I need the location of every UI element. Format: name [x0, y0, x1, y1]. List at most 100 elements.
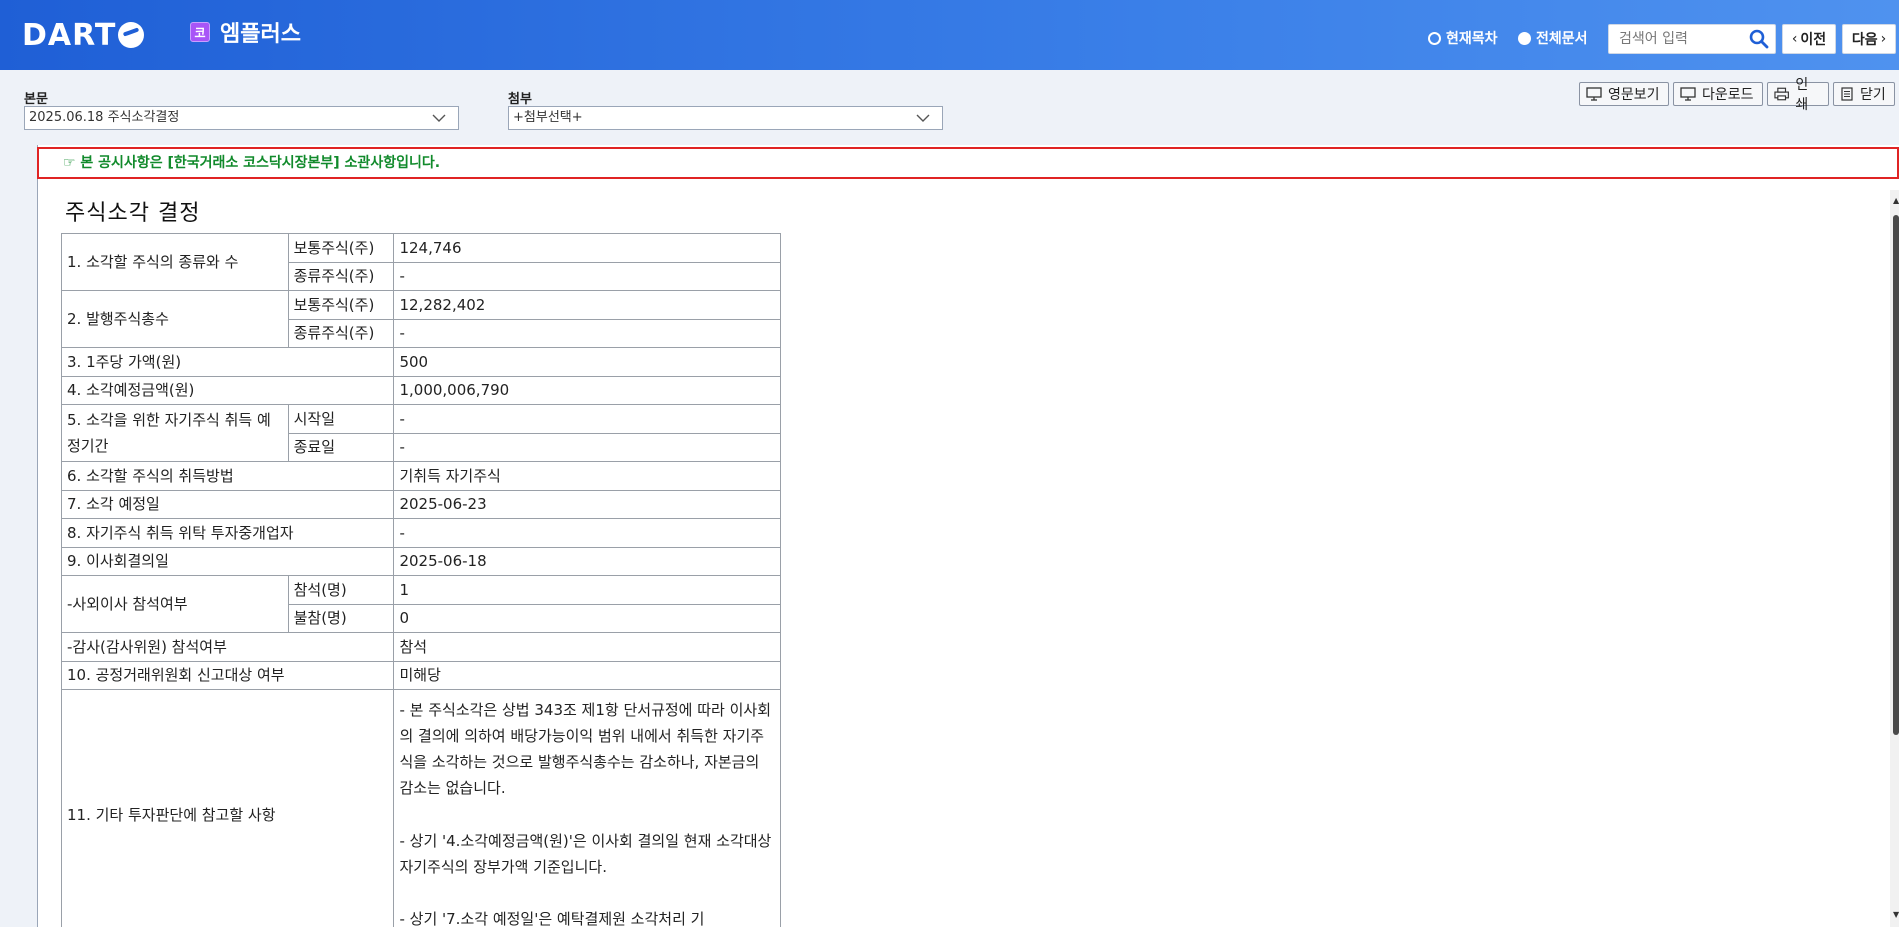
chevron-left-icon: ‹	[1791, 31, 1798, 47]
next-button[interactable]: 다음 ›	[1842, 24, 1896, 54]
jurisdiction-notice: ☞ 본 공시사항은 [한국거래소 코스닥시장본부] 소관사항입니다.	[37, 147, 1899, 179]
monitor-icon	[1680, 87, 1696, 101]
radio-icon[interactable]	[1428, 31, 1441, 45]
table-row: 11. 기타 투자판단에 참고할 사항 - 본 주식소각은 상법 343조 제1…	[60, 689, 781, 927]
cell-value: 0	[393, 603, 781, 633]
cell-value: 2025-06-18	[393, 546, 781, 576]
note-paragraph: - 상기 '7.소각 예정일'은 예탁결제원 소각처리 기	[399, 910, 705, 927]
close-button[interactable]: 닫기	[1833, 82, 1895, 106]
cell-value: 참석	[393, 632, 781, 662]
sub-label: 참석(명)	[287, 575, 395, 605]
dart-logo[interactable]: DART	[22, 17, 145, 53]
table-row: 3. 1주당 가액(원) 500	[60, 347, 781, 377]
disclosure-table: 1. 소각할 주식의 종류와 수 보통주식(주) 124,746 종류주식(주)…	[60, 233, 781, 927]
row-label: 11. 기타 투자판단에 참고할 사항	[60, 689, 395, 927]
market-badge: 코	[190, 22, 210, 42]
download-button[interactable]: 다운로드	[1673, 82, 1763, 106]
sub-label: 종류주식(주)	[287, 318, 395, 348]
table-row: 10. 공정거래위원회 신고대상 여부 미해당	[60, 660, 781, 690]
company-name: 엠플러스	[220, 22, 301, 47]
search-icon[interactable]	[1749, 29, 1769, 49]
prev-label: 이전	[1800, 32, 1827, 48]
row-label: -감사(감사위원) 참석여부	[60, 632, 395, 662]
attach-select[interactable]: +첨부선택+	[508, 106, 943, 130]
note-paragraph: - 상기 '4.소각예정금액(원)'은 이사회 결의일 현재 소각대상 자기주식…	[399, 831, 772, 876]
cell-value: 기취득 자기주식	[393, 461, 781, 491]
row-label: -사외이사 참석여부	[61, 575, 289, 633]
row-label: 6. 소각할 주식의 취득방법	[60, 461, 395, 491]
radio-current-toc[interactable]: 현재목차	[1428, 28, 1498, 48]
radio-all-docs[interactable]: 전체문서	[1518, 28, 1588, 48]
row-label: 2. 발행주식총수	[61, 290, 289, 348]
table-row: 8. 자기주식 취득 위탁 투자중개업자 -	[60, 518, 781, 548]
english-view-button[interactable]: 영문보기	[1579, 82, 1669, 106]
notes-cell: - 본 주식소각은 상법 343조 제1항 단서규정에 따라 이사회의 결의에 …	[393, 689, 781, 927]
english-view-label: 영문보기	[1608, 87, 1660, 103]
document-icon	[1841, 87, 1853, 101]
scroll-up-icon[interactable]: ▲	[1893, 196, 1899, 205]
table-row: 6. 소각할 주식의 취득방법 기취득 자기주식	[60, 461, 781, 491]
row-label: 4. 소각예정금액(원)	[60, 375, 395, 405]
main-select-value: 2025.06.18 주식소각결정	[29, 110, 180, 125]
cell-value: 124,746	[393, 233, 781, 263]
download-label: 다운로드	[1702, 87, 1754, 103]
table-row: -감사(감사위원) 참석여부 참석	[60, 632, 781, 662]
radio-all-label: 전체문서	[1536, 31, 1588, 47]
attach-select-label: 첨부	[508, 92, 532, 107]
sub-label: 보통주식(주)	[287, 290, 395, 320]
next-label: 다음	[1851, 32, 1878, 48]
row-label: 10. 공정거래위원회 신고대상 여부	[60, 660, 395, 690]
table-row: 1. 소각할 주식의 종류와 수 보통주식(주) 124,746	[61, 233, 781, 291]
print-label: 인쇄	[1795, 77, 1809, 113]
chevron-down-icon	[432, 114, 446, 122]
sub-label: 보통주식(주)	[287, 233, 395, 263]
table-row: 4. 소각예정금액(원) 1,000,006,790	[60, 375, 781, 405]
cell-value: 1	[393, 575, 781, 605]
row-label: 5. 소각을 위한 자기주식 취득 예정기간	[61, 404, 289, 462]
printer-icon	[1774, 87, 1789, 101]
chevron-down-icon	[916, 114, 930, 122]
sub-label: 종류주식(주)	[287, 261, 395, 291]
dart-logo-text: DART	[22, 17, 117, 53]
row-label: 8. 자기주식 취득 위탁 투자중개업자	[60, 518, 395, 548]
cell-value: 2025-06-23	[393, 489, 781, 519]
attach-select-value: +첨부선택+	[513, 110, 583, 125]
table-row: 5. 소각을 위한 자기주식 취득 예정기간 시작일 -	[61, 404, 781, 462]
monitor-icon	[1586, 87, 1602, 101]
search-input[interactable]	[1609, 25, 1739, 53]
cell-value: 500	[393, 347, 781, 377]
row-label: 1. 소각할 주식의 종류와 수	[61, 233, 289, 291]
cell-value: -	[393, 518, 781, 548]
table-row: -사외이사 참석여부 참석(명) 1	[61, 575, 781, 633]
radio-selected-icon[interactable]	[1518, 31, 1531, 45]
cell-value: -	[393, 318, 781, 348]
scrollbar-thumb[interactable]	[1893, 215, 1899, 735]
chevron-right-icon: ›	[1880, 31, 1887, 47]
company-title: 코 엠플러스	[190, 16, 301, 48]
cell-value: -	[393, 261, 781, 291]
main-select[interactable]: 2025.06.18 주식소각결정	[24, 106, 459, 130]
row-label: 3. 1주당 가액(원)	[60, 347, 395, 377]
scroll-down-icon[interactable]: ▼	[1893, 910, 1899, 919]
sub-label: 시작일	[287, 404, 395, 434]
cell-value: 미해당	[393, 660, 781, 690]
table-row: 9. 이사회결의일 2025-06-18	[60, 546, 781, 576]
document-title: 주식소각 결정	[65, 201, 201, 226]
globe-icon	[118, 22, 145, 48]
cell-value: 12,282,402	[393, 290, 781, 320]
cell-value: -	[393, 432, 781, 462]
row-label: 7. 소각 예정일	[60, 489, 395, 519]
sub-label: 불참(명)	[287, 603, 395, 633]
table-row: 7. 소각 예정일 2025-06-23	[60, 489, 781, 519]
close-label: 닫기	[1860, 87, 1886, 103]
sub-label: 종료일	[287, 432, 395, 462]
top-header: DART 코 엠플러스 현재목차 전체문서 ‹ 이전 다음 ›	[0, 0, 1899, 70]
print-button[interactable]: 인쇄	[1767, 77, 1829, 113]
radio-current-label: 현재목차	[1446, 31, 1498, 47]
table-row: 2. 발행주식총수 보통주식(주) 12,282,402	[61, 290, 781, 348]
cell-value: 1,000,006,790	[393, 375, 781, 405]
search-box	[1608, 24, 1776, 54]
cell-value: -	[393, 404, 781, 434]
prev-button[interactable]: ‹ 이전	[1782, 24, 1836, 54]
note-paragraph: - 본 주식소각은 상법 343조 제1항 단서규정에 따라 이사회의 결의에 …	[399, 701, 772, 797]
